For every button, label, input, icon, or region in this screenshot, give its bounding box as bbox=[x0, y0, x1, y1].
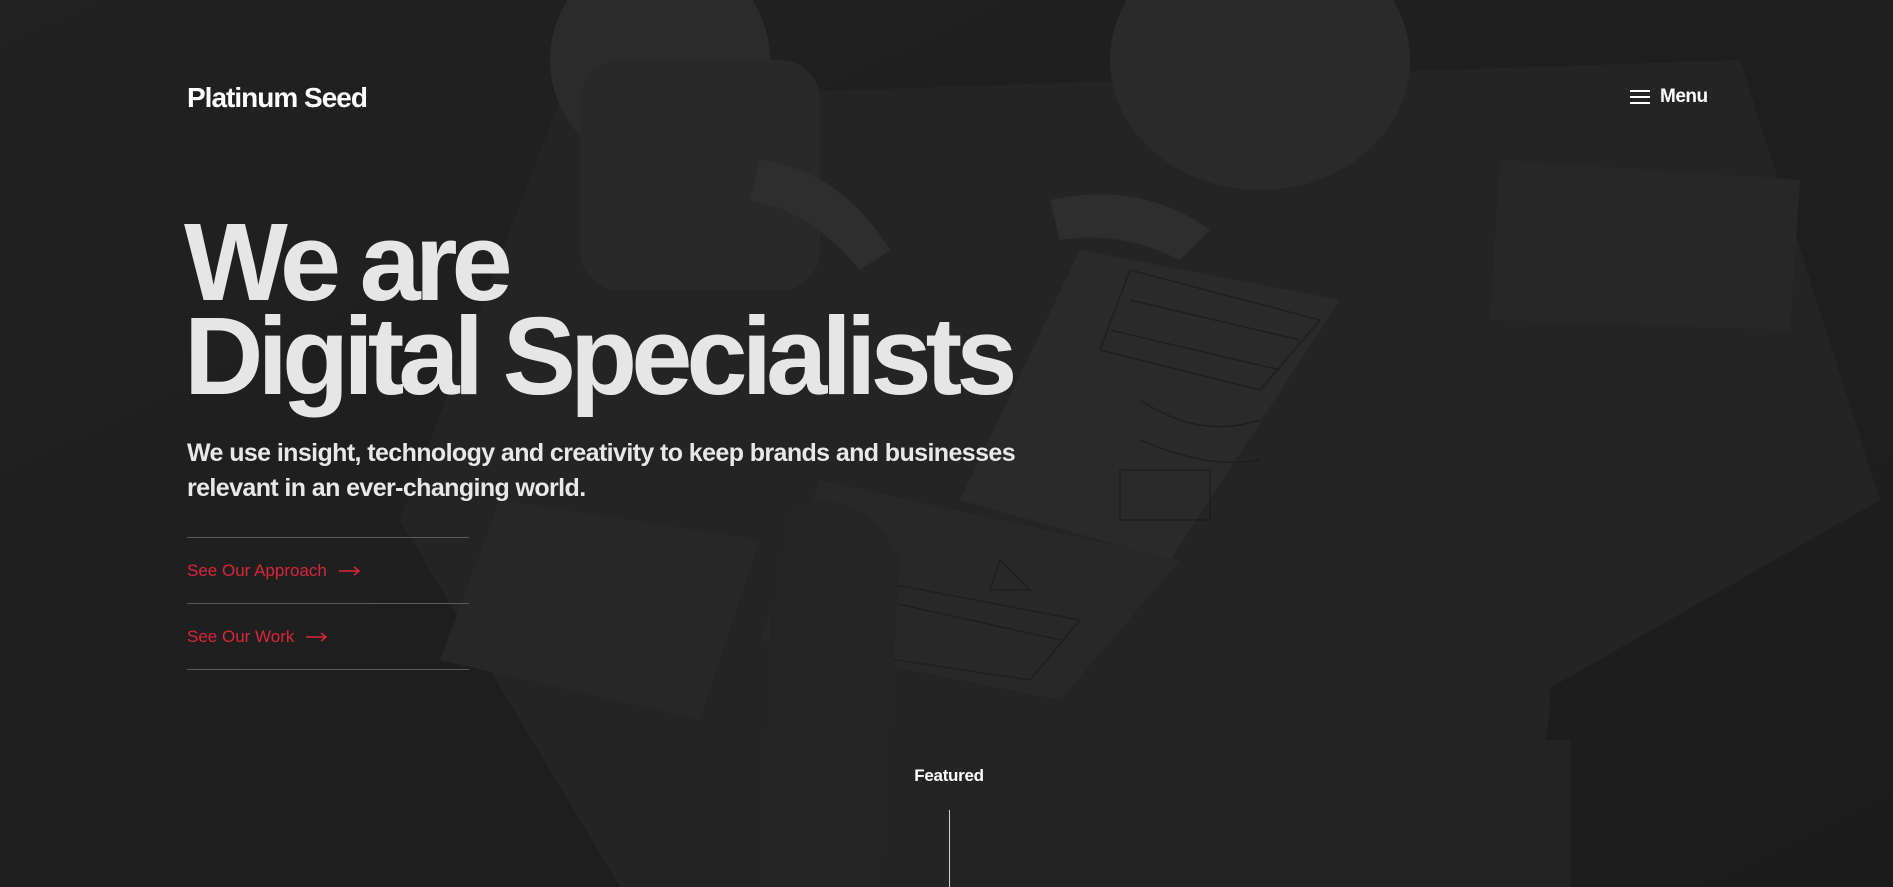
link-label: See Our Work bbox=[187, 626, 295, 646]
see-our-work-link[interactable]: See Our Work bbox=[187, 604, 469, 670]
site-logo[interactable]: Platinum Seed bbox=[187, 82, 368, 114]
featured-label[interactable]: Featured bbox=[886, 766, 1012, 786]
hamburger-icon bbox=[1630, 90, 1650, 104]
see-our-approach-link[interactable]: See Our Approach bbox=[187, 538, 469, 604]
menu-button[interactable]: Menu bbox=[1630, 86, 1708, 108]
scroll-indicator-line bbox=[949, 810, 950, 887]
headline-line-2: Digital Specialists bbox=[184, 295, 1017, 418]
hero-subline: We use insight, technology and creativit… bbox=[187, 439, 1016, 502]
menu-label: Menu bbox=[1660, 86, 1708, 107]
hero-headline: We are Digital Specialists bbox=[184, 208, 1017, 418]
arrow-right-icon bbox=[338, 565, 361, 576]
arrow-right-icon bbox=[306, 631, 328, 642]
cta-list: See Our Approach See Our Work bbox=[187, 537, 469, 670]
link-label: See Our Approach bbox=[187, 560, 327, 580]
